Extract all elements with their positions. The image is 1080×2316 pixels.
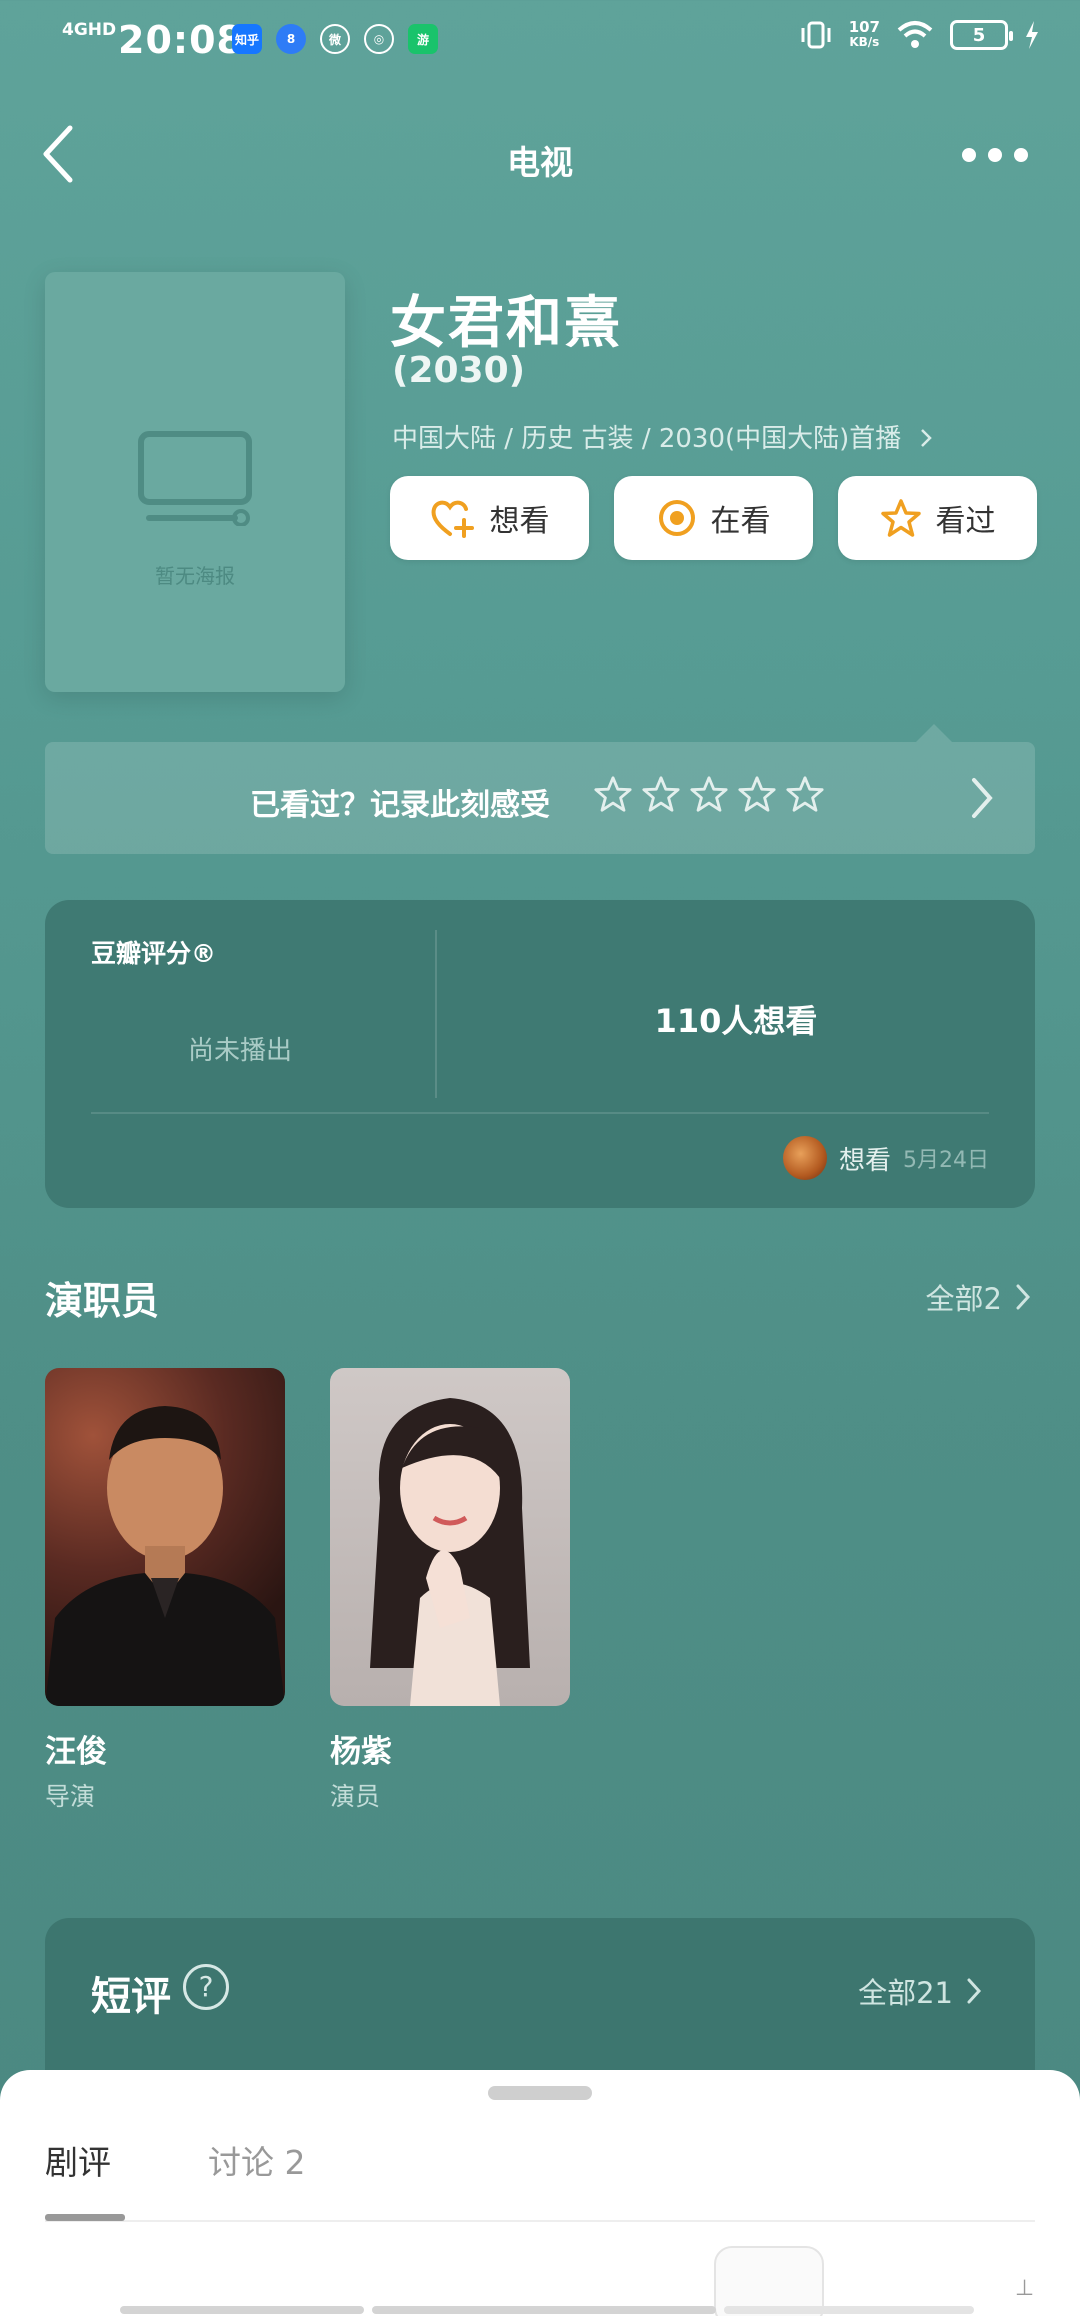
star-outline-icon[interactable] (785, 774, 825, 814)
wifi-icon (897, 21, 933, 48)
star-outline-icon[interactable] (641, 774, 681, 814)
record-bar-notch (916, 724, 952, 742)
chevron-right-icon (967, 1978, 982, 2004)
cast-name: 杨紫 (330, 1734, 392, 1770)
target-icon (658, 500, 695, 536)
cast-section-title: 演职员 (45, 1279, 160, 1323)
cast-role: 演员 (330, 1782, 381, 1811)
want-to-watch-label: 想看 (489, 504, 550, 539)
score-label: 豆瓣评分® (91, 939, 217, 968)
want-count[interactable]: 110人想看 (437, 996, 1035, 1042)
cast-role: 导演 (45, 1782, 96, 1811)
person-photo-director (45, 1406, 285, 1706)
poster-placeholder-text: 暂无海报 (155, 564, 235, 588)
recent-date: 5月24日 (903, 1148, 989, 1173)
star-outline-icon[interactable] (593, 774, 633, 814)
watching-button[interactable]: 在看 (614, 476, 813, 560)
star-outline-icon[interactable] (737, 774, 777, 814)
charging-icon (1026, 21, 1038, 49)
show-meta-text: 中国大陆 / 历史 古装 / 2030(中国大陆)首播 (392, 424, 902, 454)
network-indicator: 4GHD (62, 20, 117, 40)
system-indicators: 107 KB/s 5 (799, 20, 1040, 50)
show-meta-link[interactable]: 中国大陆 / 历史 古装 / 2030(中国大陆)首播 (392, 418, 934, 455)
help-icon[interactable]: ? (183, 1964, 229, 2010)
vibrate-icon (801, 21, 831, 49)
cast-all-link[interactable]: 全部2 (926, 1276, 1032, 1318)
app-8-icon: 8 (276, 24, 306, 54)
tab-reviews[interactable]: 剧评 (45, 2136, 111, 2184)
more-dots-icon[interactable] (962, 148, 1028, 162)
cast-photo (330, 1368, 570, 1706)
poster-placeholder[interactable]: 暂无海报 (45, 272, 345, 692)
speed-unit: KB/s (849, 35, 880, 49)
recent-activity[interactable]: 想看 5月24日 (782, 1136, 989, 1180)
cast-member-card[interactable]: 杨紫 演员 (330, 1368, 570, 1813)
speed-value: 107 (848, 18, 880, 36)
cast-all-label: 全部2 (925, 1282, 1002, 1316)
reviews-all-link[interactable]: 全部21 (858, 1970, 983, 2012)
network-speed: 107 KB/s (849, 20, 880, 50)
corner-mark: ⊥ (1014, 2276, 1034, 2301)
wechat-icon: 微 (320, 24, 350, 54)
avatar (782, 1136, 827, 1180)
horizontal-scroll-indicator (120, 2306, 974, 2314)
notification-icons: 知乎 8 微 ◎ 游 (232, 24, 438, 54)
watching-label: 在看 (710, 504, 771, 539)
cast-member-card[interactable]: 汪俊 导演 (45, 1368, 285, 1813)
chevron-right-icon (972, 778, 993, 818)
watch-status-buttons: 想看 在看 看过 (390, 476, 1037, 560)
recent-action: 想看 (838, 1145, 891, 1176)
rating-stars[interactable] (593, 774, 825, 814)
watched-button[interactable]: 看过 (838, 476, 1037, 560)
person-photo-actress (370, 1398, 530, 1706)
record-prompt: 已看过？记录此刻感受 (250, 788, 550, 823)
clock: 20:08 (118, 18, 244, 62)
bottom-sheet[interactable]: 剧评 讨论 2 ⊥ (0, 2070, 1080, 2316)
show-title: 女君和熹 (390, 291, 622, 356)
star-outline-icon[interactable] (689, 774, 729, 814)
rate-record-bar[interactable]: 已看过？记录此刻感受 (45, 742, 1035, 854)
chevron-right-icon (920, 429, 932, 447)
douban-score-card: 豆瓣评分® 尚未播出 110人想看 想看 5月24日 (45, 900, 1035, 1208)
score-hr (91, 1112, 989, 1114)
page-title: 电视 (507, 143, 573, 182)
leaf-app-icon: ◎ (364, 24, 394, 54)
zhihu-icon: 知乎 (232, 24, 262, 54)
cast-name: 汪俊 (45, 1734, 107, 1770)
tab-divider (45, 2220, 1035, 2222)
heart-plus-icon (431, 500, 474, 538)
score-status: 尚未播出 (187, 1036, 292, 1066)
tv-icon (138, 431, 252, 526)
chevron-right-icon (1016, 1284, 1031, 1310)
tab-discussion[interactable]: 讨论 2 (208, 2136, 306, 2184)
active-tab-indicator (45, 2214, 125, 2221)
watched-label: 看过 (935, 504, 996, 539)
battery-indicator: 5 (950, 20, 1013, 50)
show-year: (2030) (392, 350, 526, 391)
game-app-icon: 游 (408, 24, 438, 54)
cast-photo (45, 1368, 285, 1706)
short-review-title: 短评 (91, 1974, 171, 2020)
status-bar: 4GHD 20:08 知乎 8 微 ◎ 游 107 KB/s 5 (0, 0, 1080, 80)
reviews-all-label: 全部21 (858, 1976, 953, 2010)
star-icon (880, 499, 921, 537)
sheet-drag-handle[interactable] (488, 2086, 592, 2100)
want-to-watch-button[interactable]: 想看 (390, 476, 589, 560)
